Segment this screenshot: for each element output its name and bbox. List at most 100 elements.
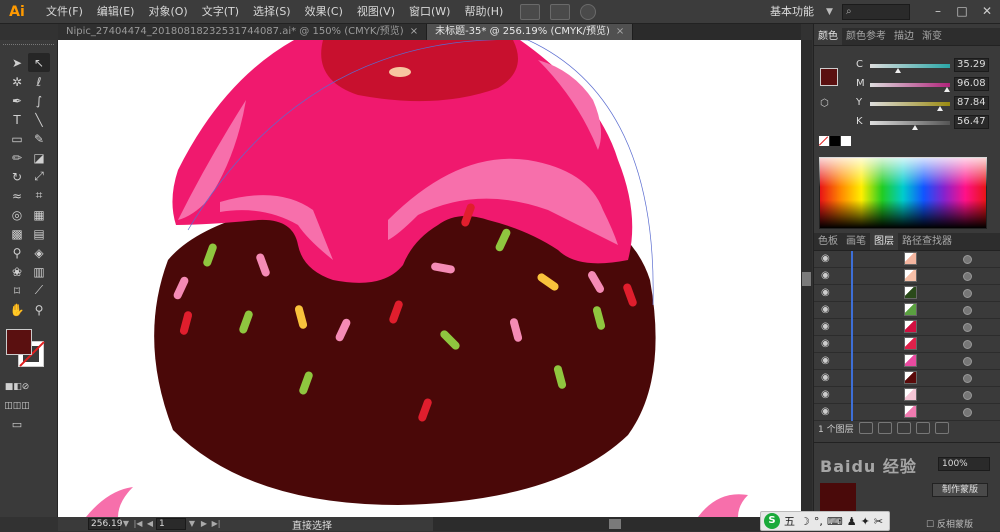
close-icon[interactable]: ×: [616, 26, 624, 37]
eye-icon[interactable]: ◉: [821, 304, 830, 315]
tab-swatches[interactable]: 色板: [814, 233, 842, 250]
slider-value-field[interactable]: 56.47: [954, 115, 989, 129]
slider-track[interactable]: [870, 64, 950, 68]
close-button[interactable]: ✕: [975, 0, 999, 24]
vertical-scrollbar[interactable]: [801, 40, 812, 517]
zoom-tool-icon[interactable]: ⚲: [28, 300, 50, 319]
eye-icon[interactable]: ◉: [821, 338, 830, 349]
menu-type[interactable]: 文字(T): [195, 0, 246, 24]
slider-thumb[interactable]: [895, 68, 901, 73]
curvature-tool-icon[interactable]: ∫: [28, 91, 50, 110]
layer-row[interactable]: ◉: [814, 404, 1000, 421]
tab-stroke[interactable]: 描边: [890, 28, 918, 45]
horizontal-scroll-thumb[interactable]: [609, 519, 621, 529]
screen-mode-icon[interactable]: ▭: [6, 415, 28, 434]
target-icon[interactable]: [963, 374, 972, 383]
first-artboard-icon[interactable]: |◀: [132, 518, 144, 530]
prev-artboard-icon[interactable]: ◀: [144, 518, 156, 530]
slider-track[interactable]: [870, 83, 950, 87]
line-tool-icon[interactable]: ╲: [28, 110, 50, 129]
paintbrush-tool-icon[interactable]: ✎: [28, 129, 50, 148]
zoom-dropdown-icon[interactable]: ▼: [120, 518, 132, 530]
width-tool-icon[interactable]: ≈: [6, 186, 28, 205]
target-icon[interactable]: [963, 255, 972, 264]
layer-row[interactable]: ◉: [814, 268, 1000, 285]
tab-pathfinder[interactable]: 路径查找器: [898, 233, 956, 250]
chevron-down-icon[interactable]: ▼: [826, 0, 833, 24]
slider-value-field[interactable]: 35.29: [954, 58, 989, 72]
hand-tool-icon[interactable]: ✋: [6, 300, 28, 319]
blend-tool-icon[interactable]: ◈: [28, 243, 50, 262]
target-icon[interactable]: [963, 272, 972, 281]
target-icon[interactable]: [963, 306, 972, 315]
shape-builder-tool-icon[interactable]: ◎: [6, 205, 28, 224]
search-input[interactable]: ⌕: [842, 4, 910, 20]
rotate-tool-icon[interactable]: ↻: [6, 167, 28, 186]
arrange-documents-icon[interactable]: [550, 3, 571, 20]
sync-icon[interactable]: [580, 3, 597, 20]
horizontal-scrollbar[interactable]: [433, 517, 801, 531]
selection-tool-icon[interactable]: ➤: [6, 53, 28, 72]
menu-object[interactable]: 对象(O): [141, 0, 194, 24]
locate-object-icon[interactable]: [858, 422, 873, 434]
column-graph-tool-icon[interactable]: ▥: [28, 262, 50, 281]
mesh-tool-icon[interactable]: ▩: [6, 224, 28, 243]
slider-track[interactable]: [870, 121, 950, 125]
eyedropper-tool-icon[interactable]: ⚲: [6, 243, 28, 262]
color-mode-icon[interactable]: ■◧⊘: [5, 377, 30, 396]
free-transform-tool-icon[interactable]: ⌗: [28, 186, 50, 205]
layer-row[interactable]: ◉: [814, 370, 1000, 387]
gradient-tool-icon[interactable]: ▤: [28, 224, 50, 243]
layer-row[interactable]: ◉: [814, 319, 1000, 336]
pencil-tool-icon[interactable]: ✏: [6, 148, 28, 167]
tools-icon[interactable]: ✂: [874, 515, 883, 528]
delete-layer-icon[interactable]: [934, 422, 949, 434]
toolbar-grip[interactable]: [3, 44, 54, 50]
target-icon[interactable]: [963, 289, 972, 298]
slider-thumb[interactable]: [943, 87, 950, 92]
menu-help[interactable]: 帮助(H): [457, 0, 510, 24]
minimize-button[interactable]: –: [926, 0, 950, 24]
layer-row[interactable]: ◉: [814, 251, 1000, 268]
next-artboard-icon[interactable]: ▶: [198, 518, 210, 530]
eye-icon[interactable]: ◉: [821, 321, 830, 332]
eye-icon[interactable]: ◉: [821, 270, 830, 281]
vertical-scroll-thumb[interactable]: [802, 272, 811, 286]
canvas-area[interactable]: [58, 40, 801, 517]
opacity-field[interactable]: 100%: [938, 457, 990, 471]
artboard[interactable]: [58, 40, 801, 517]
tab-color[interactable]: 颜色: [814, 28, 842, 45]
clipping-mask-icon[interactable]: [877, 422, 892, 434]
menu-file[interactable]: 文件(F): [39, 0, 90, 24]
layer-row[interactable]: ◉: [814, 285, 1000, 302]
slider-thumb[interactable]: [911, 125, 918, 130]
direct-selection-tool-icon[interactable]: ↖: [28, 53, 50, 72]
menu-view[interactable]: 视图(V): [350, 0, 402, 24]
workspace-switcher[interactable]: 基本功能: [770, 0, 814, 24]
menu-effect[interactable]: 效果(C): [298, 0, 350, 24]
perspective-grid-tool-icon[interactable]: ▦: [28, 205, 50, 224]
layer-row[interactable]: ◉: [814, 336, 1000, 353]
target-icon[interactable]: [963, 391, 972, 400]
none-swatch[interactable]: [818, 136, 829, 146]
maximize-button[interactable]: □: [950, 0, 974, 24]
keyboard-icon[interactable]: ⌨: [827, 515, 843, 528]
rectangle-tool-icon[interactable]: ▭: [6, 129, 28, 148]
zoom-field[interactable]: 256.19: [88, 518, 123, 530]
pen-tool-icon[interactable]: ✒: [6, 91, 28, 110]
target-icon[interactable]: [963, 357, 972, 366]
eye-icon[interactable]: ◉: [821, 372, 830, 383]
draw-mode-icon[interactable]: ◫◫◫: [4, 396, 30, 415]
close-icon[interactable]: ×: [410, 26, 418, 37]
layer-row[interactable]: ◉: [814, 353, 1000, 370]
eye-icon[interactable]: ◉: [821, 253, 830, 264]
target-icon[interactable]: [963, 340, 972, 349]
eraser-tool-icon[interactable]: ◪: [28, 148, 50, 167]
tab-color-guide[interactable]: 颜色参考: [842, 28, 890, 45]
artboard-number-field[interactable]: 1: [156, 518, 186, 530]
user-icon[interactable]: ♟: [847, 515, 857, 528]
scale-tool-icon[interactable]: ⤢: [28, 167, 50, 186]
new-sublayer-icon[interactable]: [896, 422, 911, 434]
sogou-icon[interactable]: S: [764, 513, 780, 529]
target-icon[interactable]: [963, 323, 972, 332]
